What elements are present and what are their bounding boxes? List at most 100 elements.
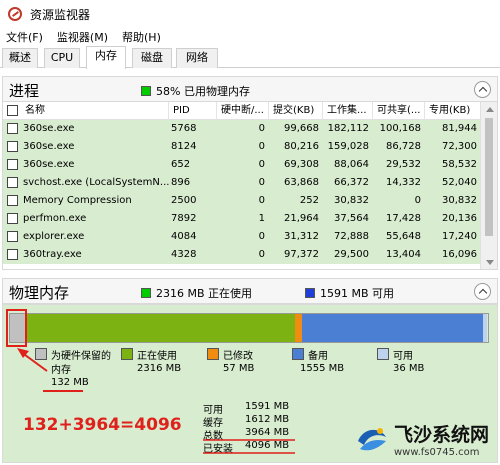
table-header: 名称 PID 硬中断/... 提交(KB) 工作集... 可共享(... 专用(… (3, 102, 481, 120)
private-kb: 16,096 (442, 249, 477, 260)
private-kb: 17,240 (442, 231, 477, 242)
process-name: Memory Compression (23, 195, 132, 206)
row-checkbox[interactable] (7, 249, 18, 260)
shareable-kb: 100,168 (379, 123, 421, 134)
memory-section-header[interactable]: 物理内存 2316 MB 正在使用 1591 MB 可用 (2, 278, 498, 304)
hardware-reserved-label: 为硬件保留的 (51, 351, 111, 362)
commit-kb: 252 (299, 195, 319, 206)
available-summary-text: 1591 MB 可用 (320, 287, 395, 300)
memory-available-summary: 1591 MB 可用 (305, 285, 394, 301)
column-header-hard-faults[interactable]: 硬中断/... (217, 102, 269, 120)
private-kb: 52,040 (442, 177, 477, 188)
in-use-swatch (121, 348, 133, 360)
in-use-indicator (141, 288, 151, 298)
table-row[interactable]: Memory Compression 2500 0 252 30,832 0 3… (3, 192, 481, 210)
modified-label: 已修改 (223, 351, 253, 362)
working-set-kb: 88,064 (334, 159, 369, 170)
process-pid: 4084 (171, 231, 197, 242)
private-kb: 20,136 (442, 213, 477, 224)
process-memory-summary: 58% 已用物理内存 (141, 83, 250, 99)
row-checkbox[interactable] (7, 123, 18, 134)
process-summary-text: 58% 已用物理内存 (156, 85, 250, 98)
process-section-header[interactable]: 进程 58% 已用物理内存 (2, 76, 498, 102)
working-set-kb: 66,372 (334, 177, 369, 188)
process-name: 360tray.exe (23, 249, 82, 260)
available-indicator (305, 288, 315, 298)
scrollbar-thumb[interactable] (485, 118, 493, 236)
column-header-private[interactable]: 专用(KB) (425, 102, 481, 120)
tab-disk[interactable]: 磁盘 (132, 48, 172, 68)
table-row[interactable]: 360se.exe 5768 0 99,668 182,112 100,168 … (3, 120, 481, 138)
process-pid: 4328 (171, 249, 197, 260)
tab-network[interactable]: 网络 (176, 48, 218, 68)
shareable-kb: 55,648 (386, 231, 421, 242)
shareable-kb: 13,404 (386, 249, 421, 260)
row-checkbox[interactable] (7, 231, 18, 242)
standby-label: 备用 (308, 351, 328, 362)
hardware-reserved-label-2: 内存 (51, 365, 71, 376)
working-set-kb: 37,564 (334, 213, 369, 224)
select-all-checkbox[interactable] (7, 105, 18, 116)
free-label: 可用 (393, 351, 413, 362)
hard-faults: 0 (258, 231, 265, 242)
stats-underline-annotation (203, 439, 295, 454)
row-checkbox[interactable] (7, 177, 18, 188)
process-name: 360se.exe (23, 159, 75, 170)
tab-memory[interactable]: 内存 (86, 46, 126, 69)
hard-faults: 0 (258, 141, 265, 152)
menu-monitor[interactable]: 监视器(M) (51, 29, 116, 45)
column-header-pid[interactable]: PID (169, 102, 217, 120)
row-checkbox[interactable] (7, 159, 18, 170)
shareable-kb: 17,428 (386, 213, 421, 224)
standby-swatch (292, 348, 304, 360)
table-row[interactable]: 360tray.exe 4328 0 97,372 29,500 13,404 … (3, 246, 481, 264)
title-bar: 资源监视器 (0, 0, 500, 28)
collapse-memory-button[interactable] (474, 283, 491, 300)
watermark-name: 飞沙系统网 (393, 424, 489, 446)
tab-overview[interactable]: 概述 (2, 48, 38, 68)
column-header-working-set[interactable]: 工作集... (323, 102, 373, 120)
process-pid: 5768 (171, 123, 197, 134)
hardware-reserved-value: 132 MB (51, 377, 89, 388)
working-set-kb: 29,500 (334, 249, 369, 260)
tab-cpu[interactable]: CPU (44, 48, 80, 68)
shareable-kb: 29,532 (386, 159, 421, 170)
row-checkbox[interactable] (7, 213, 18, 224)
in-use-label: 正在使用 (137, 351, 177, 362)
column-header-commit[interactable]: 提交(KB) (269, 102, 323, 120)
menu-bar: 文件(F) 监视器(M) 帮助(H) (0, 28, 500, 46)
commit-kb: 80,216 (284, 141, 319, 152)
collapse-process-button[interactable] (474, 81, 491, 98)
commit-kb: 63,868 (284, 177, 319, 188)
table-row[interactable]: svchost.exe (LocalSystemN... 896 0 63,86… (3, 174, 481, 192)
hard-faults: 0 (258, 123, 265, 134)
process-pid: 652 (171, 159, 191, 170)
row-checkbox[interactable] (7, 195, 18, 206)
row-checkbox[interactable] (7, 141, 18, 152)
table-row[interactable]: perfmon.exe 7892 1 21,964 37,564 17,428 … (3, 210, 481, 228)
column-header-name[interactable]: 名称 (21, 102, 169, 120)
menu-help[interactable]: 帮助(H) (116, 29, 169, 45)
hard-faults: 0 (258, 177, 265, 188)
table-row[interactable]: 360se.exe 8124 0 80,216 159,028 86,728 7… (3, 138, 481, 156)
modified-swatch (207, 348, 219, 360)
shareable-kb: 14,332 (386, 177, 421, 188)
process-table: 名称 PID 硬中断/... 提交(KB) 工作集... 可共享(... 专用(… (2, 102, 498, 270)
standby-value: 1555 MB (300, 363, 345, 374)
annotation-equation: 132+3964=4096 (23, 415, 182, 435)
watermark-logo-icon (357, 428, 386, 451)
process-name: svchost.exe (LocalSystemN... (23, 177, 169, 188)
commit-kb: 99,668 (284, 123, 319, 134)
column-header-shareable[interactable]: 可共享(... (373, 102, 425, 120)
scroll-down-icon[interactable] (486, 260, 494, 265)
process-table-scrollbar[interactable] (480, 102, 497, 269)
working-set-kb: 30,832 (334, 195, 369, 206)
memory-in-use-summary: 2316 MB 正在使用 (141, 285, 252, 301)
hard-faults: 0 (258, 159, 265, 170)
menu-file[interactable]: 文件(F) (0, 29, 51, 45)
free-value: 36 MB (393, 363, 425, 374)
table-row[interactable]: 360se.exe 652 0 69,308 88,064 29,532 58,… (3, 156, 481, 174)
private-kb: 81,944 (442, 123, 477, 134)
scroll-up-icon[interactable] (486, 107, 494, 112)
table-row[interactable]: explorer.exe 4084 0 31,312 72,888 55,648… (3, 228, 481, 246)
